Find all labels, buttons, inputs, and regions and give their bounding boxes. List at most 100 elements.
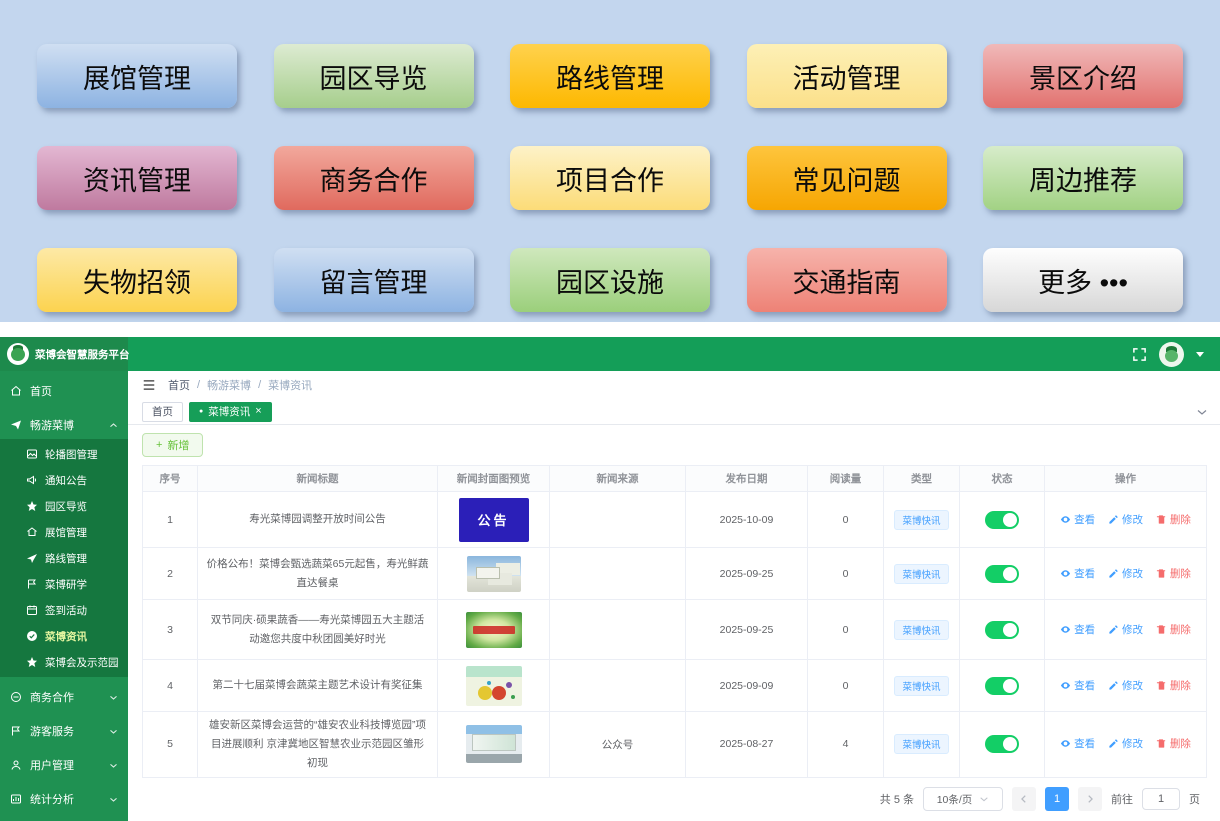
- quick-btn-more[interactable]: 更多 •••: [983, 248, 1183, 312]
- quick-btn-facilities[interactable]: 园区设施: [510, 248, 710, 312]
- quick-btn-activity-mgmt[interactable]: 活动管理: [747, 44, 947, 108]
- add-button[interactable]: + 新增: [142, 433, 203, 457]
- view-button[interactable]: 查看: [1060, 512, 1095, 527]
- breadcrumb-home[interactable]: 首页: [168, 377, 190, 393]
- star-icon: [26, 656, 38, 668]
- delete-button[interactable]: 删除: [1156, 512, 1191, 527]
- trash-icon: [1156, 514, 1167, 525]
- table-row: 1 寿光菜博园调整开放时间公告 公告 2025-10-09 0 菜博快讯 查看 …: [143, 492, 1207, 548]
- view-button[interactable]: 查看: [1060, 736, 1095, 751]
- tab-close-icon[interactable]: ×: [255, 406, 261, 417]
- delete-button[interactable]: 删除: [1156, 622, 1191, 637]
- view-button[interactable]: 查看: [1060, 566, 1095, 581]
- next-page-button[interactable]: [1078, 787, 1102, 811]
- news-thumbnail: [466, 725, 522, 763]
- view-button[interactable]: 查看: [1060, 678, 1095, 693]
- col-title: 新闻标题: [198, 466, 438, 492]
- status-toggle[interactable]: [985, 735, 1019, 753]
- submenu-item-park-guide[interactable]: 园区导览: [0, 493, 128, 519]
- chevron-down-icon: [109, 795, 118, 804]
- table-row: 3 双节同庆·硕果蔬香——寿光菜博园五大主题活动邀您共度中秋团圆美好时光 202…: [143, 600, 1207, 660]
- chevron-down-icon: [109, 727, 118, 736]
- brand-logo: [7, 343, 29, 365]
- submenu-item-notice[interactable]: 通知公告: [0, 467, 128, 493]
- prev-page-button[interactable]: [1012, 787, 1036, 811]
- delete-button[interactable]: 删除: [1156, 678, 1191, 693]
- pagination: 共 5 条 10条/页 1 前往 页: [880, 787, 1200, 811]
- quick-btn-news-mgmt[interactable]: 资讯管理: [37, 146, 237, 210]
- status-toggle[interactable]: [985, 511, 1019, 529]
- sidebar-group-tour[interactable]: 畅游菜博: [0, 411, 128, 439]
- page-size-select[interactable]: 10条/页: [923, 787, 1003, 811]
- quick-btn-route-mgmt[interactable]: 路线管理: [510, 44, 710, 108]
- megaphone-icon: [26, 474, 38, 486]
- news-thumbnail: [466, 666, 522, 706]
- chevron-up-icon: [109, 421, 118, 430]
- sidebar-group-business[interactable]: 商务合作: [0, 683, 128, 711]
- sidebar-group-visitor-service[interactable]: 游客服务: [0, 717, 128, 745]
- user-menu-caret-icon[interactable]: [1196, 352, 1204, 357]
- quick-btn-traffic-guide[interactable]: 交通指南: [747, 248, 947, 312]
- submenu-item-carousel[interactable]: 轮播图管理: [0, 441, 128, 467]
- brand: 菜博会智慧服务平台: [0, 337, 128, 371]
- quick-btn-lost-found[interactable]: 失物招领: [37, 248, 237, 312]
- tab-home[interactable]: 首页: [142, 402, 183, 422]
- sidebar-group-user-mgmt[interactable]: 用户管理: [0, 751, 128, 779]
- quick-btn-nearby[interactable]: 周边推荐: [983, 146, 1183, 210]
- brand-title: 菜博会智慧服务平台: [35, 347, 130, 362]
- edit-button[interactable]: 修改: [1108, 512, 1143, 527]
- col-date: 发布日期: [686, 466, 808, 492]
- fullscreen-icon[interactable]: [1132, 347, 1147, 362]
- send-icon: [10, 419, 22, 431]
- submenu-item-news-active[interactable]: 菜博资讯: [0, 623, 128, 649]
- breadcrumb-row: 首页 / 畅游菜博 / 菜博资讯: [128, 371, 1220, 399]
- flag-icon: [26, 578, 38, 590]
- breadcrumb-group[interactable]: 畅游菜博: [207, 377, 251, 393]
- news-title: 价格公布！菜博会甄选蔬菜65元起售，寿光鲜蔬直达餐桌: [198, 548, 438, 600]
- admin-header: 菜博会智慧服务平台: [0, 337, 1220, 371]
- quick-btn-message-mgmt[interactable]: 留言管理: [274, 248, 474, 312]
- section-divider: [0, 322, 1220, 337]
- submenu-item-route[interactable]: 路线管理: [0, 545, 128, 571]
- tabs-collapse-icon[interactable]: [1196, 406, 1208, 418]
- status-toggle[interactable]: [985, 677, 1019, 695]
- submenu-item-expo-garden[interactable]: 菜博会及示范园: [0, 649, 128, 675]
- quick-btn-scenic-intro[interactable]: 景区介绍: [983, 44, 1183, 108]
- col-actions: 操作: [1045, 466, 1207, 492]
- delete-button[interactable]: 删除: [1156, 736, 1191, 751]
- page-number-button[interactable]: 1: [1045, 787, 1069, 811]
- goto-page-input[interactable]: [1142, 788, 1180, 810]
- quick-btn-project-coop[interactable]: 项目合作: [510, 146, 710, 210]
- news-table: 序号 新闻标题 新闻封面图预览 新闻来源 发布日期 阅读量 类型 状态 操作 1: [142, 465, 1207, 778]
- quick-btn-business-coop[interactable]: 商务合作: [274, 146, 474, 210]
- sidebar-fold-icon[interactable]: [142, 378, 156, 392]
- submenu-item-study[interactable]: 菜博研学: [0, 571, 128, 597]
- sidebar-group-statistics[interactable]: 统计分析: [0, 785, 128, 813]
- edit-button[interactable]: 修改: [1108, 736, 1143, 751]
- quick-btn-exhibition-hall[interactable]: 展馆管理: [37, 44, 237, 108]
- submenu-item-checkin[interactable]: 签到活动: [0, 597, 128, 623]
- select-caret-icon: [979, 794, 989, 804]
- edit-button[interactable]: 修改: [1108, 622, 1143, 637]
- quick-btn-faq[interactable]: 常见问题: [747, 146, 947, 210]
- table-row: 5 雄安新区菜博会运营的“雄安农业科技博览园”项目进展顺利 京津冀地区智慧农业示…: [143, 712, 1207, 778]
- eye-icon: [1060, 568, 1071, 579]
- header-right: [1132, 337, 1220, 371]
- news-thumbnail: [466, 612, 522, 648]
- delete-button[interactable]: 删除: [1156, 566, 1191, 581]
- status-toggle[interactable]: [985, 621, 1019, 639]
- edit-icon: [1108, 624, 1119, 635]
- status-toggle[interactable]: [985, 565, 1019, 583]
- edit-icon: [1108, 680, 1119, 691]
- user-avatar[interactable]: [1159, 342, 1184, 367]
- sidebar-item-home[interactable]: 首页: [0, 377, 128, 405]
- tab-active-dot-icon: ●: [199, 408, 203, 415]
- edit-icon: [1108, 738, 1119, 749]
- tab-news-active[interactable]: ● 菜博资讯 ×: [189, 402, 272, 422]
- view-button[interactable]: 查看: [1060, 622, 1095, 637]
- edit-button[interactable]: 修改: [1108, 678, 1143, 693]
- submenu-item-hall[interactable]: 展馆管理: [0, 519, 128, 545]
- edit-button[interactable]: 修改: [1108, 566, 1143, 581]
- quick-btn-park-guide[interactable]: 园区导览: [274, 44, 474, 108]
- type-badge: 菜博快讯: [894, 676, 948, 696]
